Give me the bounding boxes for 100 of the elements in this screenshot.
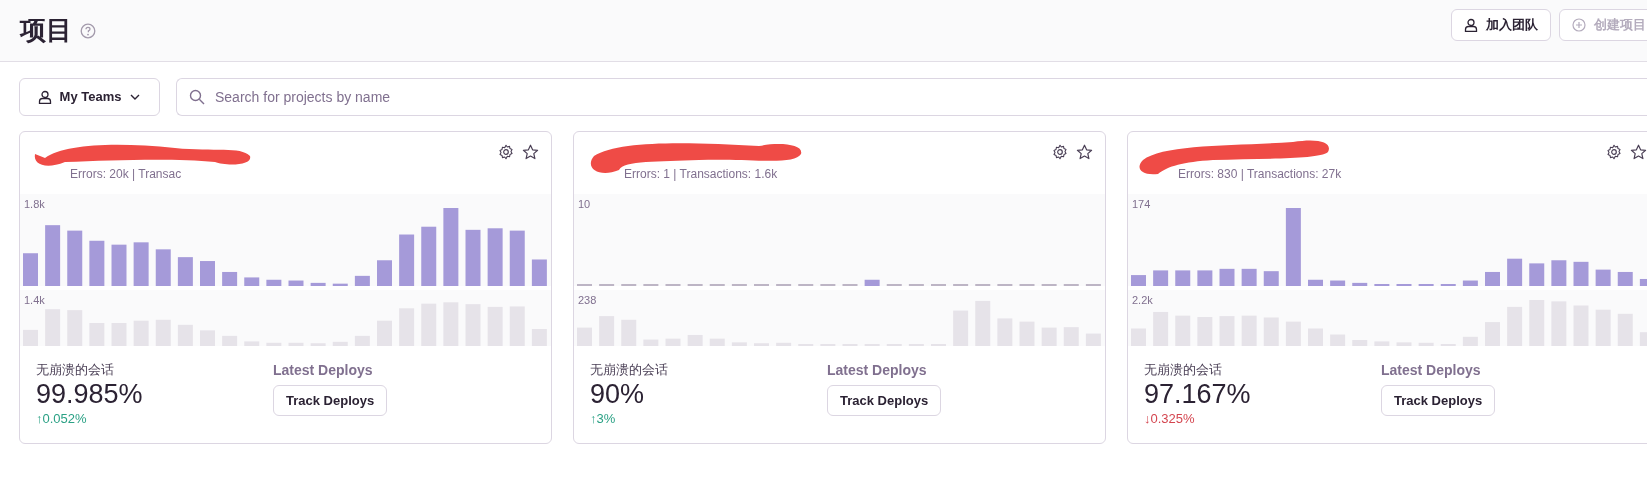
metric-label: 无崩溃的会话 (36, 361, 115, 379)
chart-max-label: 174 (1132, 197, 1151, 212)
teams-dropdown[interactable]: My Teams (19, 78, 160, 116)
chart-bar (332, 341, 348, 346)
chart-bar (487, 306, 503, 346)
chart-bar (1551, 301, 1567, 346)
project-stats: Errors: 20k | Transac (70, 166, 182, 183)
chart-bar (1352, 282, 1368, 286)
help-icon[interactable] (80, 22, 96, 39)
chart-bar (155, 319, 171, 346)
deploys-label: Latest Deploys (827, 361, 927, 380)
chart-bar (1507, 306, 1523, 346)
empty-bar-marker (798, 284, 814, 286)
chart-bar (1175, 270, 1191, 286)
chart-bar (1263, 317, 1279, 346)
empty-bar-marker (776, 284, 792, 286)
empty-bar-marker (953, 284, 969, 286)
empty-bar-marker (687, 284, 703, 286)
chart-bar (1573, 261, 1589, 286)
empty-bar-marker (975, 284, 991, 286)
search-icon (189, 89, 205, 105)
chart-bar (1153, 270, 1169, 286)
empty-bar-marker (886, 284, 902, 286)
chart-bar (531, 259, 547, 286)
chart-bar (1131, 275, 1146, 286)
empty-bar-marker (1041, 284, 1057, 286)
chart-bar (531, 329, 547, 346)
chart-bar (310, 282, 326, 286)
chart-max-label: 10 (578, 197, 591, 212)
chart-bar (1285, 321, 1301, 346)
chart-bar (222, 271, 238, 286)
chart-bar (509, 306, 525, 346)
chart-bar (1617, 313, 1633, 346)
chart-bar (687, 334, 703, 346)
chart-bar (177, 257, 193, 286)
chart-bar (354, 335, 370, 346)
track-deploys-button[interactable]: Track Deploys (273, 385, 388, 416)
chart-bar (1063, 327, 1079, 346)
change-indicator: ↓0.325% (1144, 410, 1196, 429)
plus-icon (1572, 18, 1586, 32)
chart-bar (1352, 340, 1368, 346)
chart-bar (89, 323, 105, 346)
settings-icon[interactable] (498, 144, 514, 160)
track-deploys-button[interactable]: Track Deploys (827, 385, 942, 416)
project-stats: Errors: 830 | Transactions: 27k (1178, 166, 1342, 183)
chart-bar (222, 335, 238, 346)
chart-bar (1374, 341, 1390, 346)
chart-max-label: 238 (578, 293, 597, 308)
settings-icon[interactable] (1606, 144, 1622, 160)
empty-bar-marker (1063, 284, 1079, 286)
empty-bar-marker (931, 284, 946, 286)
settings-icon[interactable] (1052, 144, 1068, 160)
chart-bar (399, 234, 415, 286)
deploys-label: Latest Deploys (1381, 361, 1481, 380)
user-icon (1464, 18, 1478, 32)
chart-bar (621, 319, 637, 346)
metric-value: 90% (590, 379, 646, 410)
project-stats: Errors: 1 | Transactions: 1.6k (624, 166, 778, 183)
chart-bar (421, 303, 437, 346)
chart-max-label: 1.4k (24, 293, 45, 308)
chart-bar (1219, 316, 1235, 346)
empty-bar-marker (621, 284, 637, 286)
metric-value: 97.167% (1144, 379, 1252, 410)
empty-bar-marker (709, 284, 725, 286)
empty-bar-marker (1019, 284, 1035, 286)
chart-bar (465, 229, 481, 286)
chart-bar (111, 323, 127, 346)
chart-bar (1529, 300, 1545, 346)
empty-bar-marker (665, 284, 681, 286)
star-icon[interactable] (1076, 144, 1093, 160)
chart-bar (1573, 305, 1589, 346)
star-icon[interactable] (522, 144, 539, 160)
chart-bar (1085, 333, 1101, 346)
chart-bar (1197, 270, 1213, 286)
search-bar[interactable]: Search for projects by name (176, 78, 1647, 116)
chart-bar (1551, 260, 1567, 286)
header-button[interactable]: 加入团队 (1451, 9, 1551, 41)
chart-bar (1462, 336, 1478, 346)
chart-bar (1529, 263, 1545, 286)
chart-bar (1019, 321, 1035, 346)
chart-bar (599, 316, 615, 346)
chart-bar (1041, 327, 1057, 346)
chart-bar (1639, 279, 1647, 286)
chart-bar (1639, 332, 1647, 346)
star-icon[interactable] (1630, 144, 1647, 160)
chart-bar (1485, 271, 1500, 286)
chart-bar (67, 230, 83, 286)
chart-bar (288, 280, 304, 286)
chart-bar (1308, 279, 1323, 286)
track-deploys-button[interactable]: Track Deploys (1381, 385, 1496, 416)
chart-bar (111, 244, 127, 286)
page-title: 项目 (20, 14, 72, 47)
chart-bar (354, 275, 370, 286)
chart-bar (377, 320, 392, 346)
chart-max-label: 2.2k (1132, 293, 1153, 308)
search-field[interactable]: Search for projects by name (213, 85, 1647, 109)
metric-value: 99.985% (36, 379, 144, 410)
chart-bar (332, 283, 348, 286)
user-icon (37, 90, 52, 104)
empty-bar-marker (577, 284, 592, 286)
